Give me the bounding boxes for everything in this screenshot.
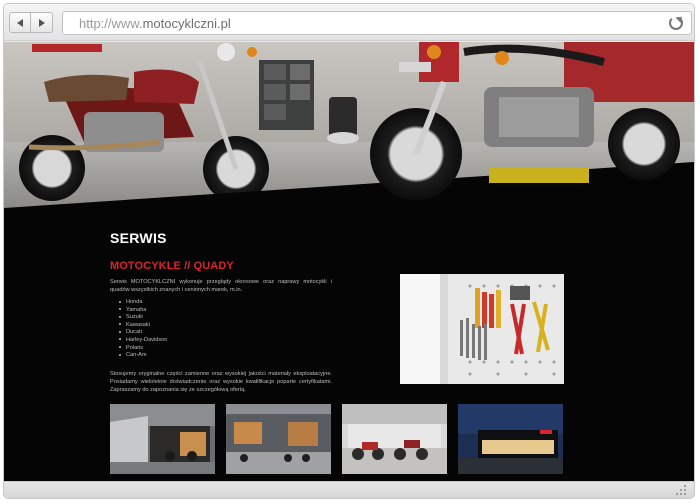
resize-grip-icon[interactable] xyxy=(676,485,688,497)
list-item: Ducati xyxy=(119,329,167,337)
section-title: SERWIS xyxy=(110,230,167,246)
page-viewport: SERWIS MOTOCYKLE // QUADY Serwis MOTOCYK… xyxy=(4,42,694,481)
gallery-thumbnail[interactable] xyxy=(110,404,215,474)
brand-list: Honda Yamaha Suzuki Kawasaki Ducati Harl… xyxy=(119,299,167,360)
subtitle: MOTOCYKLE // QUADY xyxy=(110,260,234,272)
list-item: Yamaha xyxy=(119,307,167,315)
forward-button[interactable] xyxy=(31,12,53,33)
list-item: Polaris xyxy=(119,345,167,353)
back-button[interactable] xyxy=(9,12,31,33)
list-item: Can-Am xyxy=(119,352,167,360)
arrow-left-icon xyxy=(17,18,23,27)
outro-text: Stosujemy oryginalne części zamienne ora… xyxy=(110,371,332,393)
arrow-right-icon xyxy=(38,18,45,27)
browser-toolbar: http://www. motocyklczni.pl xyxy=(4,4,694,41)
status-bar xyxy=(4,481,694,498)
list-item: Kawasaki xyxy=(119,322,167,330)
tools-photo xyxy=(400,274,564,384)
address-bar[interactable]: http://www. motocyklczni.pl xyxy=(62,11,692,35)
list-item: Harley-Davidson xyxy=(119,337,167,345)
gallery-thumbnail[interactable] xyxy=(226,404,331,474)
intro-text: Serwis MOTOCYKLCZNI wykonuje przeglądy o… xyxy=(110,279,332,293)
list-item: Suzuki xyxy=(119,314,167,322)
gallery-thumbnail[interactable] xyxy=(458,404,563,474)
url-prefix: http://www. xyxy=(79,15,143,31)
url-domain: motocyklczni.pl xyxy=(142,15,231,31)
list-item: Honda xyxy=(119,299,167,307)
reload-icon[interactable] xyxy=(669,16,683,30)
gallery-thumbnail[interactable] xyxy=(342,404,447,474)
hero-image xyxy=(4,42,694,208)
browser-window: http://www. motocyklczni.pl SERWIS MOTOC… xyxy=(3,3,695,499)
